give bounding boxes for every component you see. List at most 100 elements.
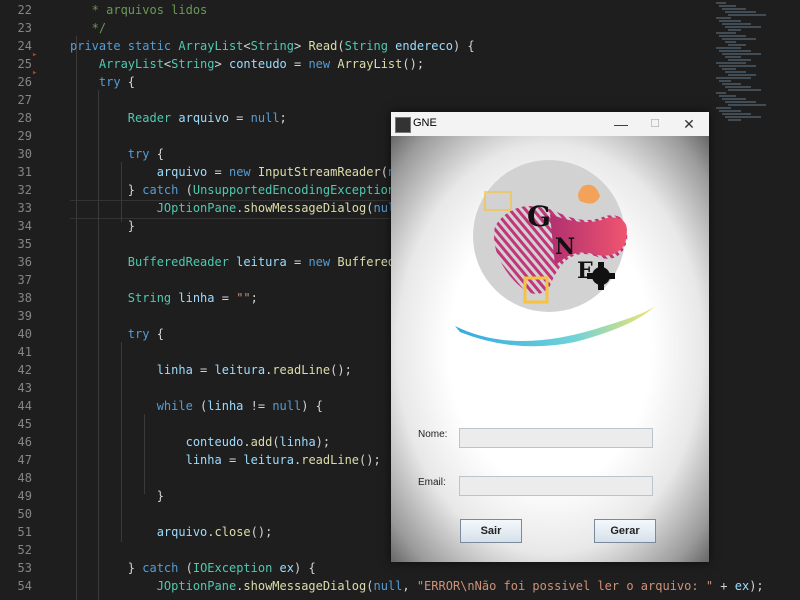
minimize-button[interactable]: — xyxy=(607,114,635,134)
line-number: 43 xyxy=(17,381,32,395)
code-line[interactable]: linha = leitura.readLine(); xyxy=(70,361,352,379)
minimap-line xyxy=(725,116,761,118)
code-line[interactable]: } catch (UnsupportedEncodingException ex… xyxy=(70,181,439,199)
code-token: ; xyxy=(250,291,258,305)
code-token: null xyxy=(272,399,302,413)
code-line[interactable]: Reader arquivo = null; xyxy=(70,109,287,127)
minimap-line xyxy=(725,86,751,88)
minimap-line xyxy=(719,65,756,67)
nome-label: Nome: xyxy=(418,429,448,440)
line-number: 35 xyxy=(17,237,32,251)
nome-field[interactable] xyxy=(459,428,653,448)
line-number: 50 xyxy=(17,507,32,521)
email-field[interactable] xyxy=(459,476,653,496)
code-token: (); xyxy=(359,453,381,467)
code-token: . xyxy=(243,435,251,449)
minimap-line xyxy=(719,20,741,22)
code-token: (); xyxy=(330,363,352,377)
code-line[interactable]: linha = leitura.readLine(); xyxy=(70,451,381,469)
code-token: ( xyxy=(272,435,280,449)
code-line[interactable]: * arquivos lidos xyxy=(70,1,208,19)
line-number: 38 xyxy=(17,291,32,305)
line-number-gutter: 22 23 24 25 26 27 28 29 30 31 32 33 34 35 36 37 38 39 40 41… xyxy=(0,0,44,600)
code-line[interactable]: private static ArrayList<String> Read(St… xyxy=(70,37,475,55)
code-line[interactable]: while (linha != null) { xyxy=(70,397,323,415)
code-token: String xyxy=(70,291,179,305)
code-token: BufferedReader xyxy=(70,255,237,269)
code-token: > xyxy=(214,57,229,71)
code-token: readLine xyxy=(272,363,331,377)
line-number: 23 xyxy=(17,21,32,35)
window-content: G N E Nome: Email: Sair Gerar xyxy=(391,136,709,562)
minimap-line xyxy=(722,113,751,115)
code-line[interactable]: */ xyxy=(70,19,106,37)
minimap-line xyxy=(719,50,751,52)
close-button[interactable]: ✕ xyxy=(675,114,703,134)
code-token: + xyxy=(713,579,735,593)
code-line[interactable]: String linha = ""; xyxy=(70,289,258,307)
minimap-line xyxy=(716,92,726,94)
minimap-line xyxy=(728,74,756,76)
logo-letter-n: N xyxy=(555,234,575,260)
title-bar[interactable]: GNE — ☐ ✕ xyxy=(391,112,709,136)
error-marker-icon[interactable]: ▸ xyxy=(32,68,37,78)
line-number: 25 xyxy=(17,57,32,71)
minimap[interactable] xyxy=(712,0,800,130)
code-line[interactable]: try { xyxy=(70,325,164,343)
code-token: ArrayList xyxy=(178,39,244,53)
code-token: leitura xyxy=(236,255,287,269)
minimap-line xyxy=(725,26,761,28)
code-token: InputStreamReader xyxy=(257,165,381,179)
minimap-line xyxy=(728,29,741,31)
minimap-line xyxy=(725,71,746,73)
code-token: IOException xyxy=(192,561,280,575)
logo-letter-e: E xyxy=(577,258,594,284)
code-token: try xyxy=(70,147,157,161)
code-line[interactable]: JOptionPane.showMessageDialog(null, "ERR… xyxy=(70,577,764,595)
line-number: 45 xyxy=(17,417,32,431)
minimap-line xyxy=(716,2,726,4)
code-token: (); xyxy=(402,57,425,71)
minimap-line xyxy=(722,83,741,85)
gne-window: GNE — ☐ ✕ G N E Nome: Email: Sair Gerar xyxy=(391,112,709,562)
minimap-line xyxy=(716,77,751,79)
code-line[interactable]: ArrayList<String> conteudo = new ArrayLi… xyxy=(70,55,424,73)
line-number: 27 xyxy=(17,93,32,107)
minimap-line xyxy=(716,32,736,34)
code-token: linha xyxy=(70,453,222,467)
minimap-line xyxy=(722,98,746,100)
code-token: "ERROR\nNão foi possivel ler o arquivo: … xyxy=(416,579,714,593)
code-token: ( xyxy=(380,165,388,179)
sair-button[interactable]: Sair xyxy=(460,519,522,543)
error-marker-icon[interactable]: ▸ xyxy=(32,50,37,60)
minimap-line xyxy=(728,104,766,106)
gerar-button[interactable]: Gerar xyxy=(594,519,656,543)
code-line[interactable]: } catch (IOException ex) { xyxy=(70,559,316,577)
code-token: JOptionPane xyxy=(70,201,237,215)
line-number: 31 xyxy=(17,165,32,179)
window-title: GNE xyxy=(413,117,437,129)
minimap-line xyxy=(722,53,761,55)
code-token: } xyxy=(70,489,164,503)
code-line[interactable]: conteudo.add(linha); xyxy=(70,433,331,451)
code-token: private static xyxy=(70,39,179,53)
code-token: String xyxy=(344,39,396,53)
minimap-line xyxy=(728,89,761,91)
code-token: > xyxy=(294,39,309,53)
code-token: conteudo xyxy=(228,57,287,71)
maximize-button[interactable]: ☐ xyxy=(641,114,669,134)
code-line[interactable]: try { xyxy=(70,145,164,163)
code-token: < xyxy=(243,39,251,53)
code-token: . xyxy=(207,525,215,539)
code-token: ( xyxy=(185,183,193,197)
code-token: arquivo xyxy=(178,111,229,125)
code-line[interactable]: try { xyxy=(70,73,135,91)
code-token: try xyxy=(70,75,128,89)
code-token: */ xyxy=(70,21,107,35)
code-token: new xyxy=(308,255,338,269)
code-line[interactable]: } xyxy=(70,487,164,505)
code-line[interactable]: arquivo.close(); xyxy=(70,523,273,541)
line-number: 34 xyxy=(17,219,32,233)
line-number: 47 xyxy=(17,453,32,467)
code-line[interactable]: } xyxy=(70,217,135,235)
